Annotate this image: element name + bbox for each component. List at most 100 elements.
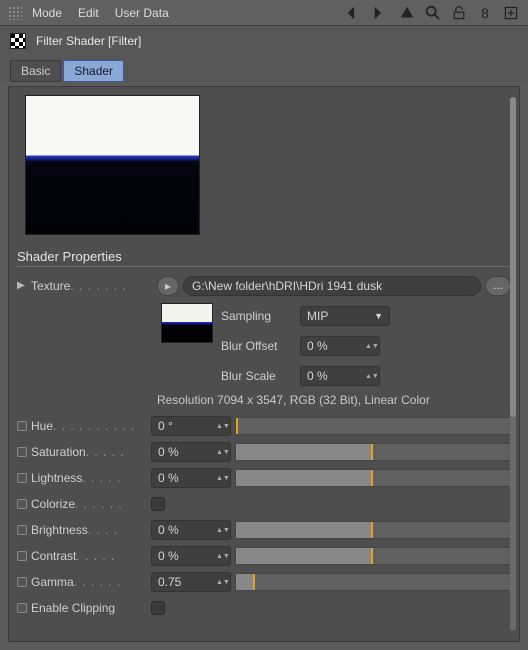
up-icon[interactable] — [398, 4, 416, 22]
scrollbar-thumb[interactable] — [510, 97, 516, 417]
texture-play-button[interactable]: ▸ — [157, 276, 179, 296]
saturation-value: 0 % — [158, 445, 179, 459]
brightness-value: 0 % — [158, 523, 179, 537]
next-icon[interactable] — [372, 4, 390, 22]
colorize-anim-toggle[interactable] — [17, 499, 27, 509]
label-dots: . . . . — [88, 523, 118, 537]
menu-edit[interactable]: Edit — [78, 6, 99, 20]
link-icon[interactable]: 8 — [476, 4, 494, 22]
label-dots: . . . . . — [86, 445, 125, 459]
spin-arrows-icon[interactable]: ▲▼ — [216, 553, 226, 560]
tab-strip: Basic Shader — [0, 56, 528, 82]
enable-clipping-checkbox[interactable] — [151, 601, 165, 615]
texture-thumbnail[interactable] — [161, 303, 213, 343]
shader-preview[interactable] — [25, 95, 200, 235]
brightness-anim-toggle[interactable] — [17, 525, 27, 535]
new-window-icon[interactable] — [502, 4, 520, 22]
shader-checker-icon — [10, 33, 26, 49]
brightness-label: Brightness — [31, 523, 88, 537]
texture-browse-button[interactable]: ... — [485, 276, 511, 296]
prev-icon[interactable] — [346, 4, 364, 22]
sampling-dropdown[interactable]: MIP ▼ — [300, 306, 390, 326]
content-panel: Shader Properties ▶ Texture . . . . . . … — [8, 86, 520, 642]
spin-arrows-icon[interactable]: ▲▼ — [216, 527, 226, 534]
saturation-anim-toggle[interactable] — [17, 447, 27, 457]
expand-arrow-icon[interactable]: ▶ — [17, 282, 25, 290]
saturation-row: Saturation . . . . . 0 % ▲▼ — [17, 439, 511, 465]
menu-mode[interactable]: Mode — [32, 6, 62, 20]
gamma-label: Gamma — [31, 575, 74, 589]
texture-row: ▶ Texture . . . . . . . ▸ G:\New folder\… — [17, 273, 511, 299]
blur-offset-value: 0 % — [307, 339, 328, 353]
texture-label: Texture — [31, 279, 70, 293]
saturation-label: Saturation — [31, 445, 86, 459]
blur-scale-label: Blur Scale — [221, 369, 296, 383]
tab-shader[interactable]: Shader — [63, 60, 124, 82]
colorize-row: Colorize . . . . . . — [17, 491, 511, 517]
contrast-value: 0 % — [158, 549, 179, 563]
texture-options-row: Sampling MIP ▼ Blur Offset 0 % ▲▼ Blur S… — [17, 303, 511, 389]
spin-arrows-icon[interactable]: ▲▼ — [216, 449, 226, 456]
title-bar: Filter Shader [Filter] — [0, 26, 528, 56]
label-dots: . . . . . . — [75, 497, 123, 511]
label-dots: . . . . . . — [74, 575, 122, 589]
spin-arrows-icon[interactable]: ▲▼ — [216, 579, 226, 586]
hue-value: 0 ° — [158, 419, 173, 433]
saturation-field[interactable]: 0 % ▲▼ — [151, 442, 231, 462]
hue-row: Hue . . . . . . . . . . 0 ° ▲▼ — [17, 413, 511, 439]
hue-slider[interactable] — [235, 417, 511, 435]
spin-arrows-icon[interactable]: ▲▼ — [365, 343, 375, 350]
gamma-row: Gamma . . . . . . 0.75 ▲▼ — [17, 569, 511, 595]
contrast-label: Contrast — [31, 549, 76, 563]
contrast-anim-toggle[interactable] — [17, 551, 27, 561]
blur-offset-label: Blur Offset — [221, 339, 296, 353]
spin-arrows-icon[interactable]: ▲▼ — [216, 475, 226, 482]
brightness-field[interactable]: 0 % ▲▼ — [151, 520, 231, 540]
window-title: Filter Shader [Filter] — [36, 34, 141, 48]
lightness-slider[interactable] — [235, 469, 511, 487]
search-icon[interactable] — [424, 4, 442, 22]
lightness-label: Lightness — [31, 471, 82, 485]
contrast-slider[interactable] — [235, 547, 511, 565]
lightness-field[interactable]: 0 % ▲▼ — [151, 468, 231, 488]
contrast-field[interactable]: 0 % ▲▼ — [151, 546, 231, 566]
label-dots: . . . . . . . . . . — [53, 419, 135, 433]
lightness-value: 0 % — [158, 471, 179, 485]
blur-scale-value: 0 % — [307, 369, 328, 383]
lock-icon[interactable] — [450, 4, 468, 22]
colorize-checkbox[interactable] — [151, 497, 165, 511]
contrast-row: Contrast . . . . . 0 % ▲▼ — [17, 543, 511, 569]
spin-arrows-icon[interactable]: ▲▼ — [216, 423, 226, 430]
brightness-row: Brightness . . . . 0 % ▲▼ — [17, 517, 511, 543]
label-dots: . . . . . — [82, 471, 121, 485]
menu-userdata[interactable]: User Data — [115, 6, 169, 20]
gamma-field[interactable]: 0.75 ▲▼ — [151, 572, 231, 592]
lightness-row: Lightness . . . . . 0 % ▲▼ — [17, 465, 511, 491]
label-dots: . . . . . . . — [70, 279, 126, 293]
menu-bar: Mode Edit User Data 8 — [0, 0, 528, 26]
enable-clipping-label: Enable Clipping — [31, 601, 115, 615]
tab-basic[interactable]: Basic — [10, 60, 61, 82]
section-shader-properties: Shader Properties — [17, 245, 511, 267]
lightness-anim-toggle[interactable] — [17, 473, 27, 483]
texture-path-field[interactable]: G:\New folder\hDRI\HDri 1941 dusk — [183, 276, 481, 296]
hue-field[interactable]: 0 ° ▲▼ — [151, 416, 231, 436]
spin-arrows-icon[interactable]: ▲▼ — [365, 373, 375, 380]
chevron-down-icon: ▼ — [374, 311, 383, 321]
sampling-value: MIP — [307, 309, 328, 323]
hue-anim-toggle[interactable] — [17, 421, 27, 431]
grip-icon[interactable] — [8, 6, 22, 20]
vertical-scrollbar[interactable] — [510, 97, 516, 631]
resolution-info: Resolution 7094 x 3547, RGB (32 Bit), Li… — [17, 389, 511, 413]
blur-scale-field[interactable]: 0 % ▲▼ — [300, 366, 380, 386]
blur-offset-field[interactable]: 0 % ▲▼ — [300, 336, 380, 356]
gamma-slider[interactable] — [235, 573, 511, 591]
gamma-value: 0.75 — [158, 575, 181, 589]
enable-clipping-row: Enable Clipping — [17, 595, 511, 621]
brightness-slider[interactable] — [235, 521, 511, 539]
enable-clipping-anim-toggle[interactable] — [17, 603, 27, 613]
colorize-label: Colorize — [31, 497, 75, 511]
gamma-anim-toggle[interactable] — [17, 577, 27, 587]
saturation-slider[interactable] — [235, 443, 511, 461]
label-dots: . . . . . — [76, 549, 115, 563]
